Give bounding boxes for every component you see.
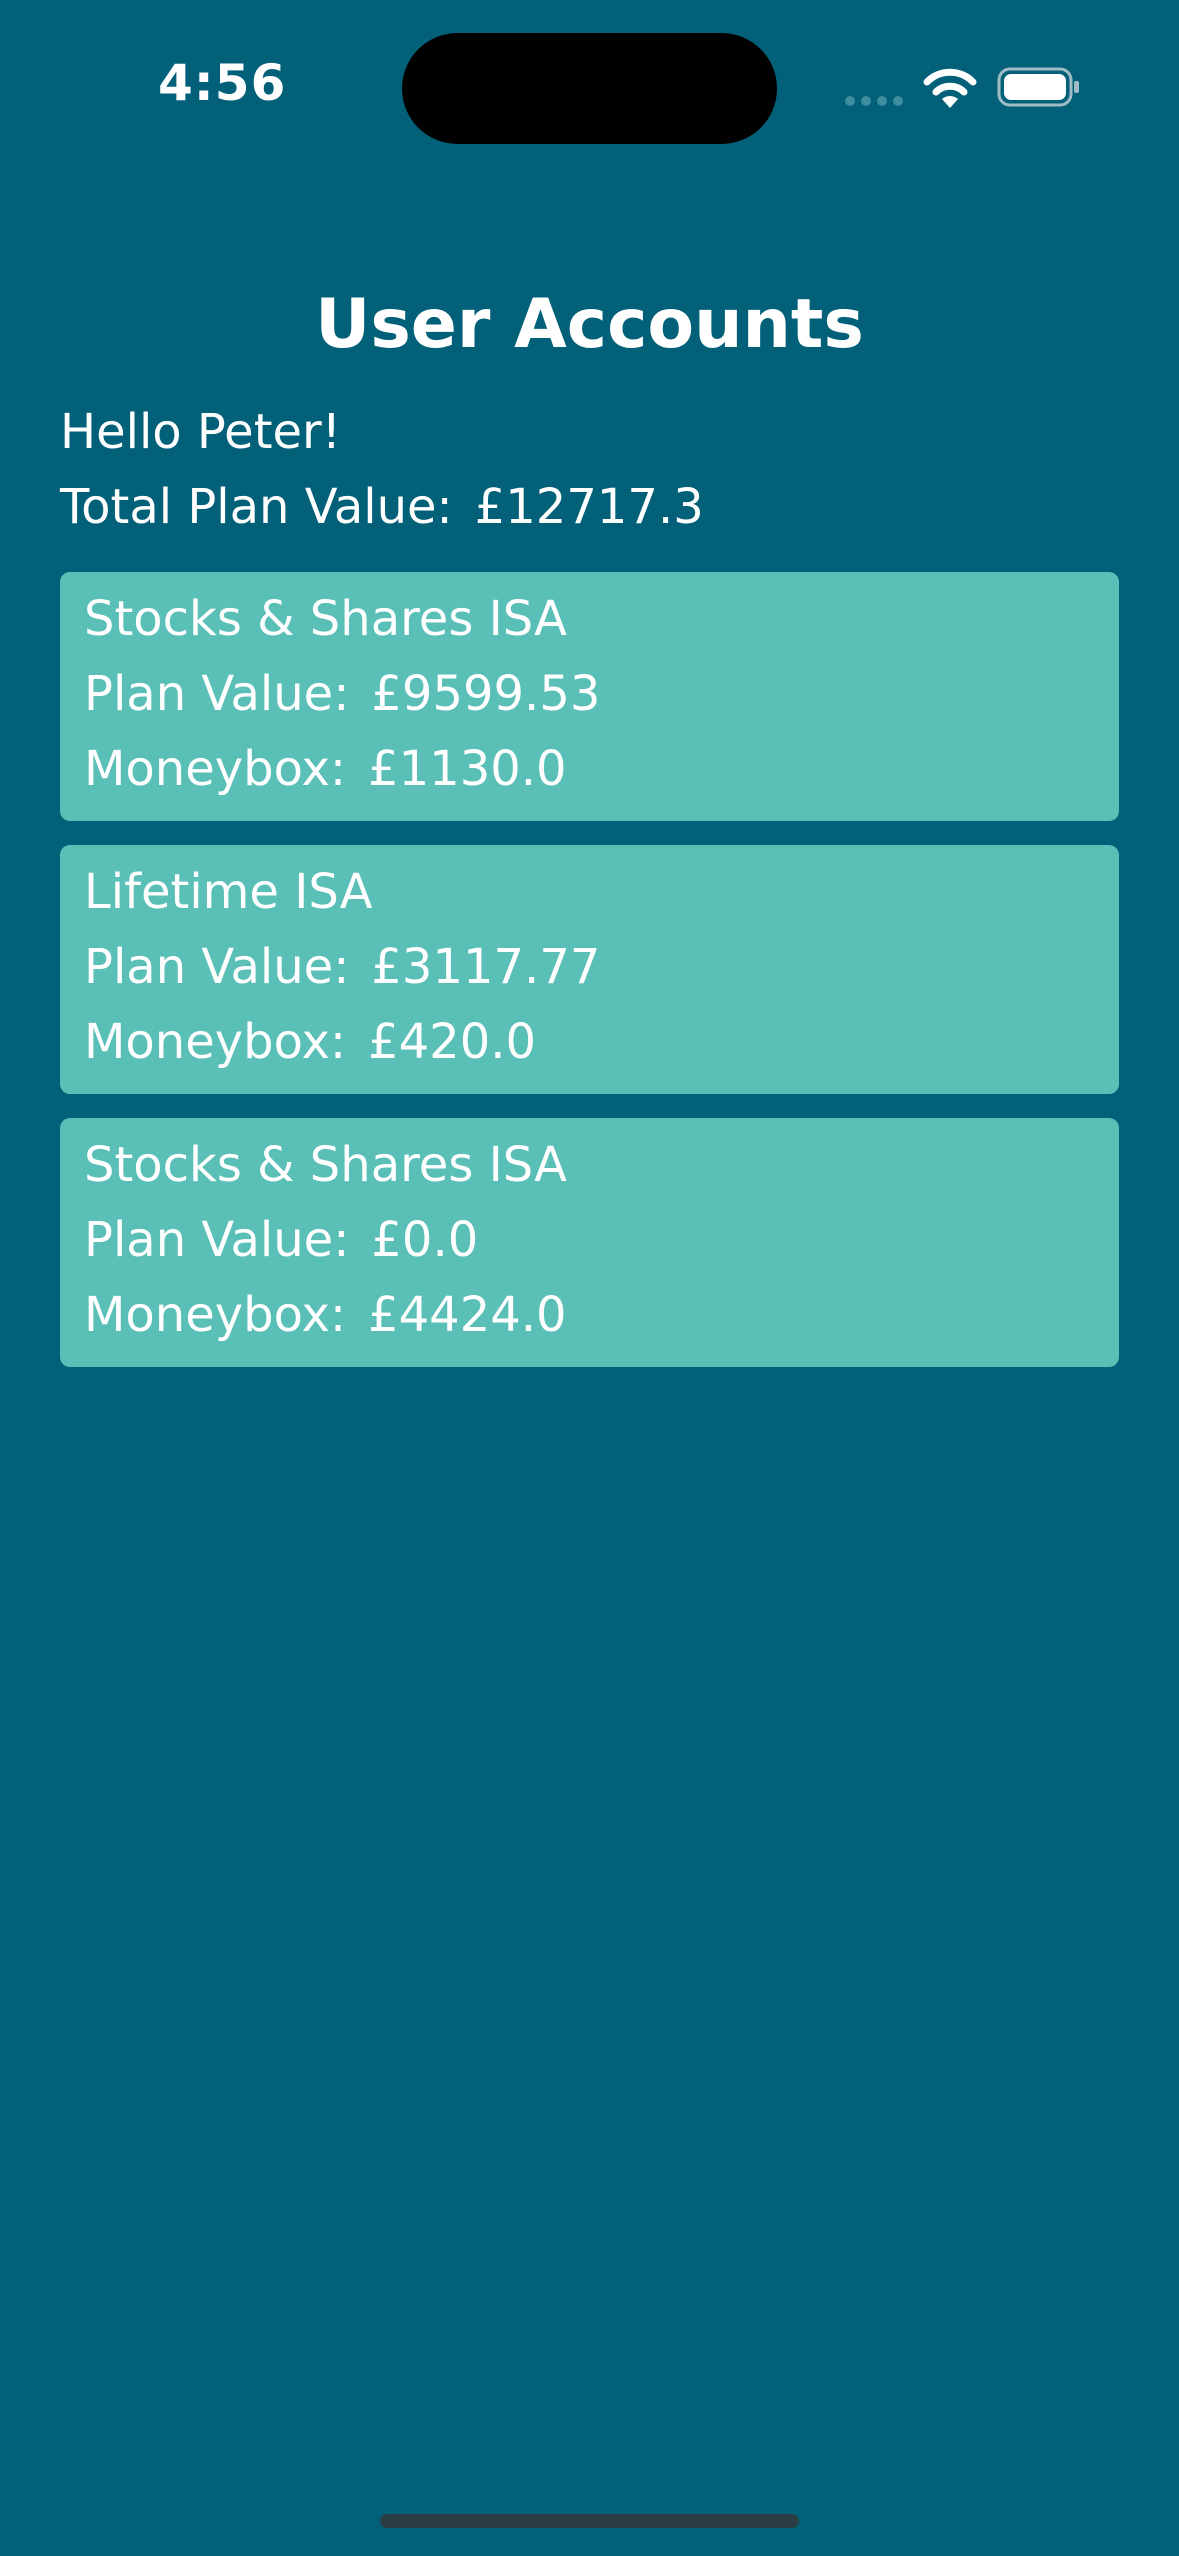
signal-dots-icon xyxy=(845,96,905,106)
status-time: 4:56 xyxy=(158,54,287,112)
account-card[interactable]: Stocks & Shares ISA Plan Value: £9599.53 … xyxy=(60,572,1119,821)
moneybox-amount: £4424.0 xyxy=(368,1287,567,1343)
moneybox-label: Moneybox: xyxy=(84,1287,347,1343)
plan-value-row: Plan Value: £9599.53 xyxy=(84,662,600,726)
battery-icon xyxy=(997,67,1079,107)
wifi-icon xyxy=(923,68,977,108)
dynamic-island xyxy=(402,33,777,144)
greeting-text: Hello Peter! xyxy=(60,404,342,460)
account-name: Stocks & Shares ISA xyxy=(84,1137,567,1193)
moneybox-row: Moneybox: £4424.0 xyxy=(84,1283,567,1347)
plan-value-amount: £0.0 xyxy=(371,1212,479,1268)
moneybox-row: Moneybox: £1130.0 xyxy=(84,737,567,801)
account-name: Stocks & Shares ISA xyxy=(84,591,567,647)
page-title: User Accounts xyxy=(315,285,864,364)
moneybox-amount: £1130.0 xyxy=(368,741,567,797)
plan-value-row: Plan Value: £0.0 xyxy=(84,1208,478,1272)
account-card[interactable]: Stocks & Shares ISA Plan Value: £0.0 Mone… xyxy=(60,1118,1119,1367)
plan-value-row: Plan Value: £3117.77 xyxy=(84,935,600,999)
home-indicator[interactable] xyxy=(380,2514,799,2528)
moneybox-label: Moneybox: xyxy=(84,741,347,797)
total-plan-value-label: Total Plan Value: xyxy=(60,479,453,535)
plan-value-label: Plan Value: xyxy=(84,666,350,722)
moneybox-row: Moneybox: £420.0 xyxy=(84,1010,536,1074)
account-card[interactable]: Lifetime ISA Plan Value: £3117.77 Moneybo… xyxy=(60,845,1119,1094)
status-bar: 4:56 xyxy=(0,0,1179,180)
moneybox-label: Moneybox: xyxy=(84,1014,347,1070)
account-name: Lifetime ISA xyxy=(84,864,373,920)
total-plan-value: Total Plan Value: £12717.3 xyxy=(60,475,704,539)
plan-value-amount: £3117.77 xyxy=(371,939,601,995)
moneybox-amount: £420.0 xyxy=(368,1014,537,1070)
plan-value-amount: £9599.53 xyxy=(371,666,601,722)
plan-value-label: Plan Value: xyxy=(84,939,350,995)
total-plan-value-amount: £12717.3 xyxy=(474,479,704,535)
plan-value-label: Plan Value: xyxy=(84,1212,350,1268)
